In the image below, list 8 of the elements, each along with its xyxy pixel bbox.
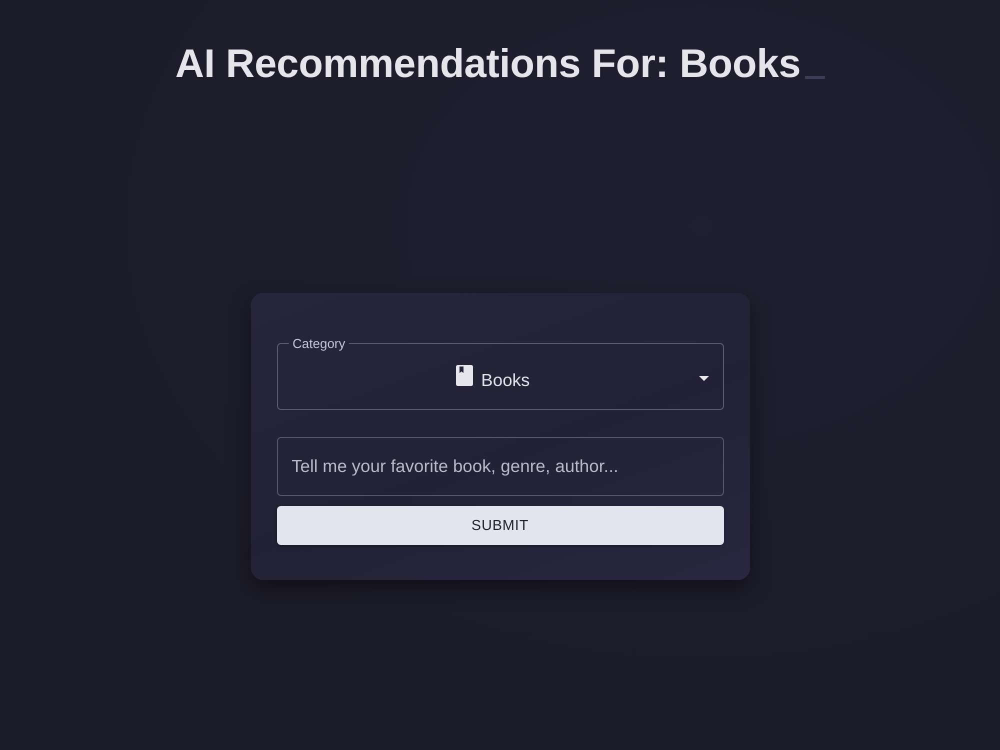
submit-button[interactable]: SUBMIT <box>276 506 724 545</box>
page-title: AI Recommendations For: Books <box>175 41 801 88</box>
select-value: Books <box>481 370 530 390</box>
preference-input[interactable]: Tell me your favorite book, genre, author... <box>276 437 724 496</box>
book-icon <box>456 364 474 386</box>
field-label: Category <box>292 336 346 351</box>
caret-icon <box>698 376 708 380</box>
category-select[interactable]: Category Books <box>276 336 724 410</box>
